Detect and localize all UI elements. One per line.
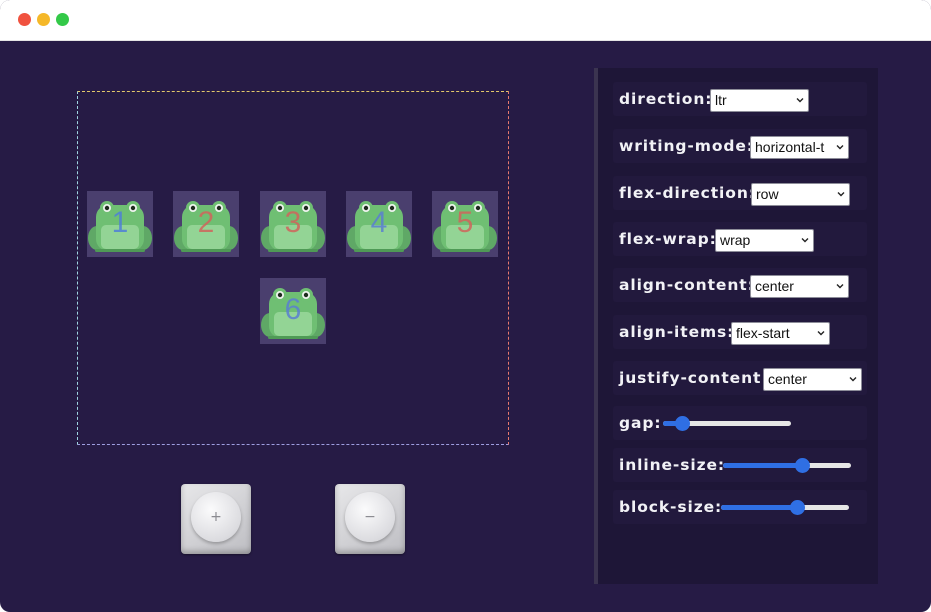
button-cap: −	[345, 492, 395, 542]
inline-size-control: inline-size:	[613, 448, 867, 482]
justify-content-control: justify-content: center	[613, 361, 867, 395]
direction-select[interactable]: ltr	[710, 89, 809, 112]
maximize-window-button[interactable]	[56, 13, 69, 26]
close-window-button[interactable]	[18, 13, 31, 26]
direction-control: direction: ltr	[613, 82, 867, 116]
justify-content-label: justify-content:	[619, 369, 769, 387]
inline-size-slider[interactable]	[723, 458, 851, 473]
block-size-slider[interactable]	[721, 500, 849, 515]
button-cap: +	[191, 492, 241, 542]
inline-size-label: inline-size:	[619, 456, 726, 474]
inline-size-slider-fill	[723, 463, 803, 468]
align-items-control: align-items: flex-start	[613, 315, 867, 349]
direction-label: direction:	[619, 90, 713, 108]
block-size-control: block-size:	[613, 490, 867, 524]
minus-icon: −	[364, 509, 376, 525]
flex-wrap-select[interactable]: wrap	[715, 229, 814, 252]
flex-direction-select[interactable]: row	[751, 183, 850, 206]
chevron-down-icon	[796, 98, 804, 103]
align-items-value: flex-start	[736, 325, 790, 341]
writing-mode-value: horizontal-t	[755, 139, 825, 155]
align-content-select[interactable]: center	[750, 275, 849, 298]
chevron-down-icon	[837, 192, 845, 197]
frog-number: 3	[284, 206, 302, 239]
frog-item: 1	[87, 191, 153, 257]
flex-wrap-label: flex-wrap:	[619, 230, 717, 248]
frog-number: 1	[111, 206, 129, 239]
app-window: 1 2 3 4 5 6 + − direction: ltr writing-m…	[0, 0, 931, 612]
remove-item-button[interactable]: −	[335, 484, 405, 554]
direction-value: ltr	[715, 92, 727, 108]
frog-number: 4	[370, 206, 388, 239]
frog-item: 5	[432, 191, 498, 257]
gap-slider[interactable]	[663, 416, 791, 431]
align-content-value: center	[755, 278, 794, 294]
writing-mode-label: writing-mode:	[619, 137, 754, 155]
flex-wrap-control: flex-wrap: wrap	[613, 222, 867, 256]
chevron-down-icon	[849, 377, 857, 382]
frog-number: 5	[456, 206, 474, 239]
title-bar	[0, 0, 931, 41]
block-size-slider-fill	[721, 505, 797, 510]
writing-mode-control: writing-mode: horizontal-t	[613, 129, 867, 163]
justify-content-value: center	[768, 371, 807, 387]
gap-label: gap:	[619, 414, 662, 432]
frog-number: 2	[197, 206, 215, 239]
align-items-select[interactable]: flex-start	[731, 322, 830, 345]
chevron-down-icon	[801, 238, 809, 243]
block-size-slider-thumb[interactable]	[789, 500, 805, 515]
align-content-label: align-content:	[619, 276, 755, 294]
inline-size-slider-thumb[interactable]	[795, 458, 811, 473]
flex-container	[77, 91, 509, 445]
flex-direction-label: flex-direction:	[619, 184, 756, 202]
frog-item: 4	[346, 191, 412, 257]
writing-mode-select[interactable]: horizontal-t	[750, 136, 849, 159]
flex-wrap-value: wrap	[720, 232, 751, 248]
align-content-control: align-content: center	[613, 268, 867, 302]
frog-item: 6	[260, 278, 326, 344]
flex-direction-control: flex-direction: row	[613, 176, 867, 210]
block-size-label: block-size:	[619, 498, 723, 516]
chevron-down-icon	[817, 331, 825, 336]
add-item-button[interactable]: +	[181, 484, 251, 554]
gap-slider-thumb[interactable]	[675, 416, 691, 431]
frog-number: 6	[284, 293, 302, 326]
chevron-down-icon	[836, 145, 844, 150]
frog-item: 2	[173, 191, 239, 257]
flex-direction-value: row	[756, 186, 779, 202]
justify-content-select[interactable]: center	[763, 368, 862, 391]
align-items-label: align-items:	[619, 323, 735, 341]
minimize-window-button[interactable]	[37, 13, 50, 26]
plus-icon: +	[210, 509, 222, 525]
chevron-down-icon	[836, 284, 844, 289]
gap-control: gap:	[613, 406, 867, 440]
frog-item: 3	[260, 191, 326, 257]
